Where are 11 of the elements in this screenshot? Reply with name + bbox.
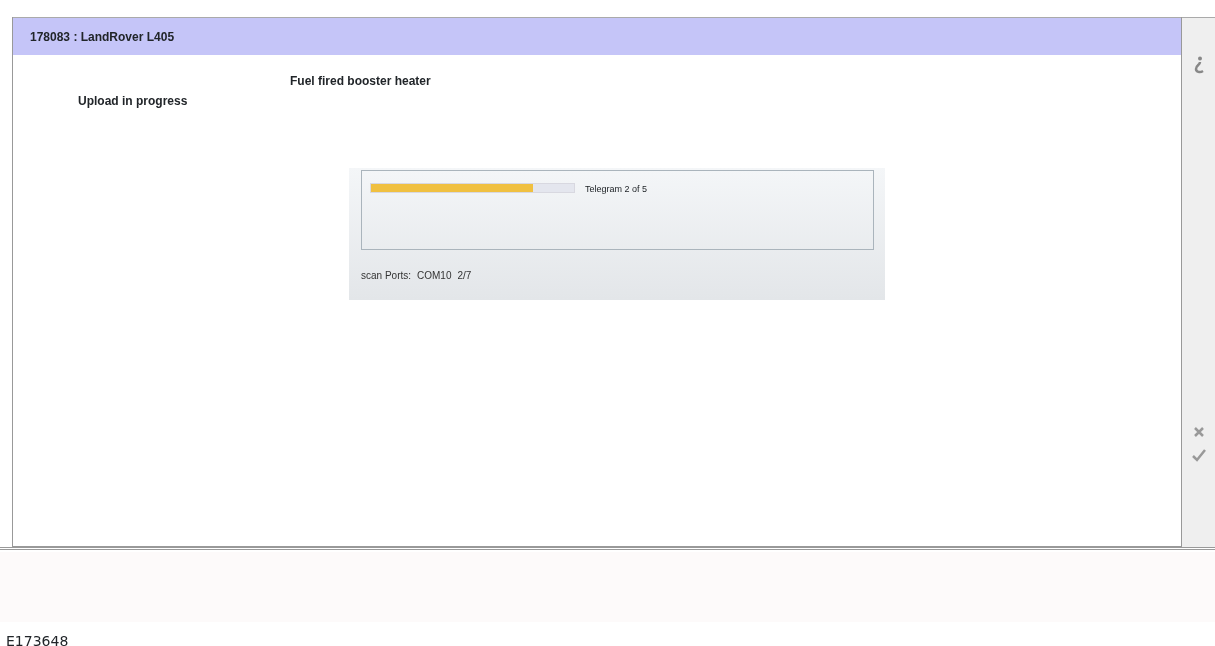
port-name: COM10 <box>417 269 452 283</box>
port-count: 2/7 <box>457 269 472 283</box>
header-title: 178083 : LandRover L405 <box>13 17 1181 55</box>
figure-id: E173648 <box>5 634 70 646</box>
scan-label: scan Ports: <box>361 269 412 283</box>
status-text: Upload in progress <box>78 94 188 108</box>
check-icon[interactable] <box>1191 448 1206 462</box>
close-icon[interactable] <box>1192 426 1205 438</box>
page-heading: Fuel fired booster heater <box>290 74 431 88</box>
progress-reading: Telegram 2 of 5 <box>585 183 648 196</box>
help-icon[interactable] <box>1192 56 1205 74</box>
